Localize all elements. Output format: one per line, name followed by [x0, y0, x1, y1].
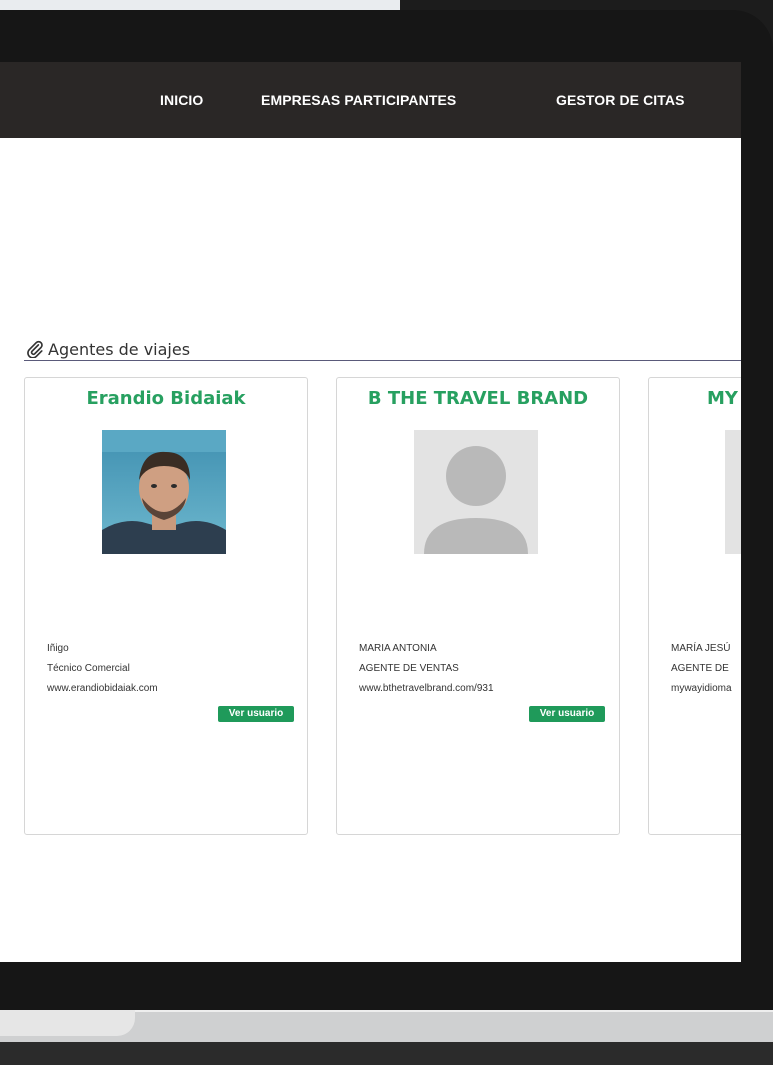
paperclip-icon — [27, 340, 43, 358]
view-user-button[interactable]: Ver usuario — [218, 706, 294, 722]
agent-role: Técnico Comercial — [47, 663, 130, 674]
laptop-base-bottom — [0, 1042, 773, 1065]
section-header: Agentes de viajes — [24, 338, 741, 361]
agent-website[interactable]: www.bthetravelbrand.com/931 — [359, 683, 494, 694]
agent-role: AGENTE DE — [671, 663, 729, 674]
card-title[interactable]: B THE TRAVEL BRAND — [337, 388, 619, 409]
agent-name: MARÍA JESÚ — [671, 643, 731, 654]
card-title[interactable]: MY — [707, 388, 738, 409]
agent-card: Erandio Bidaiak Iñigo Técnico Comercial … — [24, 377, 308, 835]
default-avatar-icon — [725, 430, 741, 554]
agent-card: B THE TRAVEL BRAND MARIA ANTONIA AGENTE … — [336, 377, 620, 835]
agent-name: MARIA ANTONIA — [359, 643, 437, 654]
agent-website[interactable]: mywayidioma — [671, 683, 732, 694]
view-user-button[interactable]: Ver usuario — [529, 706, 605, 722]
agent-card: MY MARÍA JESÚ AGENTE DE mywayidioma — [648, 377, 741, 835]
screen: INICIO EMPRESAS PARTICIPANTES GESTOR DE … — [0, 62, 741, 962]
agent-role: AGENTE DE VENTAS — [359, 663, 459, 674]
nav-empresas-participantes[interactable]: EMPRESAS PARTICIPANTES — [261, 92, 456, 108]
agent-website[interactable]: www.erandiobidaiak.com — [47, 683, 158, 694]
nav-gestor-de-citas[interactable]: GESTOR DE CITAS — [556, 92, 685, 108]
top-navbar: INICIO EMPRESAS PARTICIPANTES GESTOR DE … — [0, 62, 741, 138]
agent-name: Iñigo — [47, 643, 69, 654]
user-photo — [102, 430, 226, 554]
laptop-hinge — [0, 1010, 135, 1036]
section-title: Agentes de viajes — [48, 340, 191, 359]
default-avatar-icon — [414, 430, 538, 554]
nav-inicio[interactable]: INICIO — [160, 92, 203, 108]
card-title[interactable]: Erandio Bidaiak — [25, 388, 307, 409]
